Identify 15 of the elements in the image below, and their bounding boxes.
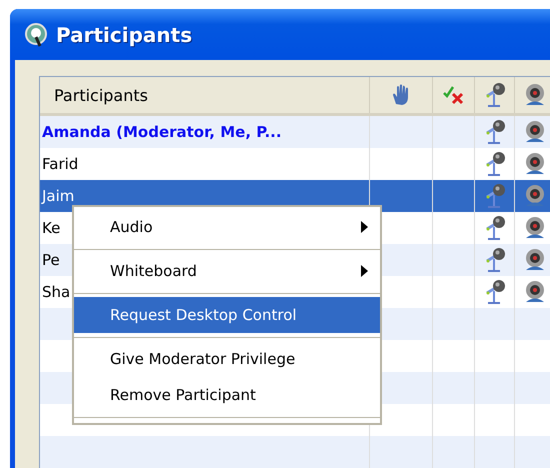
webcam-icon <box>524 248 546 272</box>
check-cross-icon <box>442 85 464 105</box>
webcam-icon <box>524 280 546 304</box>
menu-item[interactable]: Request Desktop Control <box>74 297 380 341</box>
webcam-icon <box>524 120 546 144</box>
app-logo-icon <box>24 22 48 48</box>
submenu-arrow-icon <box>361 265 368 277</box>
webcam-icon <box>524 184 546 208</box>
submenu-arrow-icon <box>361 221 368 233</box>
webcam-icon <box>524 83 546 107</box>
participant-row[interactable]: Amanda (Moderator, Me, P... <box>40 116 550 148</box>
menu-item[interactable]: Give Moderator Privilege <box>74 341 380 377</box>
window-title: Participants <box>56 22 192 46</box>
webcam-icon <box>524 216 546 240</box>
webcam-icon <box>524 152 546 176</box>
